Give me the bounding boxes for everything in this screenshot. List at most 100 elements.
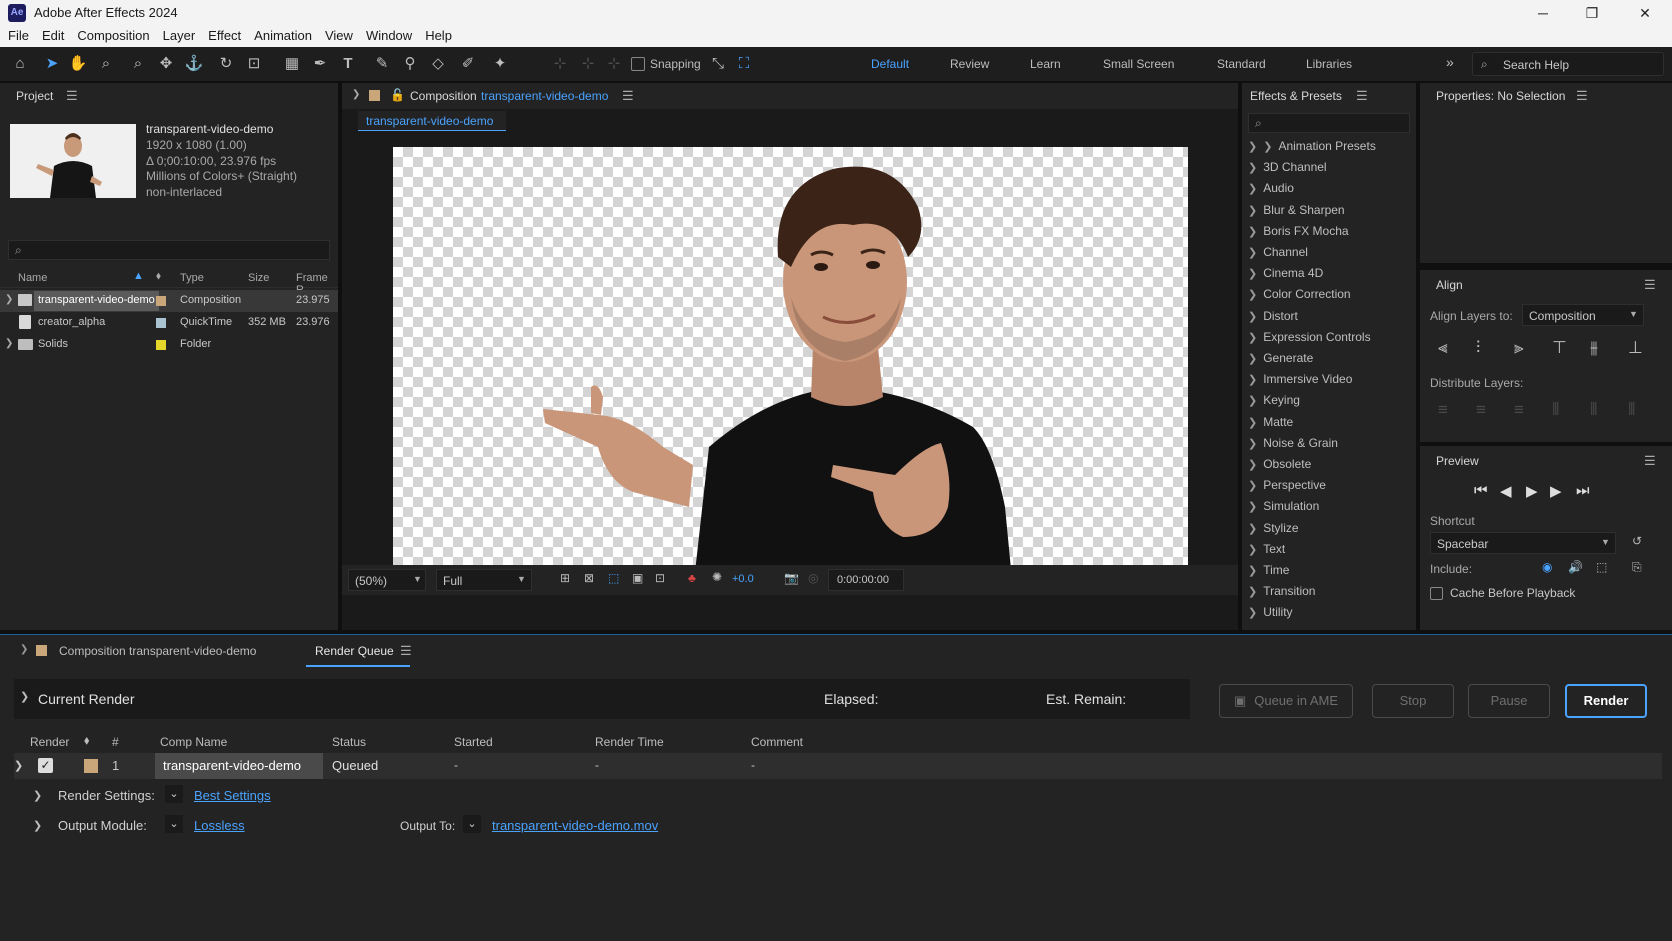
expand-chevron-icon[interactable]: ❯ <box>1248 183 1257 195</box>
mask-visibility-icon[interactable]: ⬚ <box>608 571 619 585</box>
pan-tool-icon[interactable]: ✥ <box>156 54 176 74</box>
next-frame-icon[interactable]: ▶ <box>1550 482 1562 500</box>
expand-chevron-icon[interactable]: ❯ <box>20 644 28 655</box>
effects-category-obsolete[interactable]: ❯ Obsolete <box>1248 457 1311 471</box>
distribute-bottom-icon[interactable]: ≡ <box>1514 400 1524 420</box>
expand-chevron-icon[interactable]: ❯ <box>1248 480 1257 492</box>
output-to-value[interactable]: transparent-video-demo.mov <box>492 818 658 833</box>
render-item-comp-name[interactable]: transparent-video-demo <box>155 753 323 779</box>
include-video-icon[interactable]: ◉ <box>1542 560 1552 574</box>
snap-features-icon[interactable]: ⛶ <box>734 54 754 74</box>
show-snapshot-icon[interactable]: ◎ <box>808 571 818 585</box>
render-item-comment[interactable]: - <box>751 758 755 772</box>
orbit-tool-icon[interactable]: ⌕ <box>128 54 148 74</box>
composition-menu-icon[interactable]: ☰ <box>622 88 634 104</box>
brush-tool-icon[interactable]: ✎ <box>372 54 392 74</box>
render-settings-value[interactable]: Best Settings <box>194 788 271 803</box>
tab-render-queue[interactable]: Render Queue ☰ <box>306 635 412 667</box>
workspace-learn[interactable]: Learn <box>1030 57 1061 71</box>
menu-composition[interactable]: Composition <box>77 25 149 43</box>
lock-icon[interactable]: 🔓 <box>390 88 405 102</box>
expand-chevron-icon[interactable]: ❯ <box>1248 586 1257 598</box>
expand-chevron-icon[interactable]: ❯ <box>1248 544 1257 556</box>
menu-effect[interactable]: Effect <box>208 25 241 43</box>
pan-behind-tool-icon[interactable]: ⊡ <box>244 54 264 74</box>
composition-canvas[interactable] <box>393 147 1188 590</box>
expand-chevron-icon[interactable]: ❯ <box>1248 395 1257 407</box>
workspace-default[interactable]: Default <box>871 57 909 71</box>
pen-tool-icon[interactable]: ✒ <box>310 54 330 74</box>
workspace-small-screen[interactable]: Small Screen <box>1103 57 1174 71</box>
align-panel-title[interactable]: Align <box>1436 278 1463 292</box>
expand-chevron-icon[interactable]: ❯ <box>1248 205 1257 217</box>
view-axis-icon[interactable]: ⊹ <box>604 54 624 74</box>
close-button[interactable]: ✕ <box>1622 2 1668 24</box>
effects-category-perspective[interactable]: ❯ Perspective <box>1248 478 1326 492</box>
project-row[interactable]: ❯ Solids Folder <box>0 334 338 356</box>
label-color-swatch[interactable] <box>84 759 98 773</box>
effects-category-simulation[interactable]: ❯ Simulation <box>1248 499 1319 513</box>
expand-chevron-icon[interactable]: ❯ <box>1248 523 1257 535</box>
play-icon[interactable]: ▶ <box>1526 482 1538 500</box>
expand-chevron-icon[interactable]: ❯ <box>1248 417 1257 429</box>
previous-frame-icon[interactable]: ◀ <box>1500 482 1512 500</box>
label-color-swatch[interactable] <box>156 296 166 306</box>
expand-chevron-icon[interactable]: ❯ <box>1248 289 1257 301</box>
effects-category-distort[interactable]: ❯ Distort <box>1248 309 1298 323</box>
expand-chevron-icon[interactable]: ❯ <box>1248 226 1257 238</box>
col-comment[interactable]: Comment <box>751 735 803 749</box>
col-number[interactable]: # <box>112 735 119 749</box>
expand-chevron-icon[interactable]: ❯ <box>352 89 360 100</box>
menu-layer[interactable]: Layer <box>163 25 196 43</box>
col-name[interactable]: Name <box>18 272 47 284</box>
effects-search-input[interactable]: ⌕ <box>1248 113 1410 133</box>
home-icon[interactable]: ⌂ <box>10 54 30 74</box>
align-top-icon[interactable]: ⊤ <box>1552 338 1567 358</box>
expand-chevron-icon[interactable]: ❯ <box>1248 311 1257 323</box>
properties-menu-icon[interactable]: ☰ <box>1576 88 1588 104</box>
effects-category-time[interactable]: ❯ Time <box>1248 563 1289 577</box>
effects-category-animation-presets[interactable]: ❯ ❯ Animation Presets <box>1248 139 1376 153</box>
properties-panel-title[interactable]: Properties: No Selection <box>1436 89 1565 103</box>
effects-category-text[interactable]: ❯ Text <box>1248 542 1285 556</box>
effects-category-matte[interactable]: ❯ Matte <box>1248 415 1293 429</box>
output-module-value[interactable]: Lossless <box>194 818 245 833</box>
col-type[interactable]: Type <box>180 272 204 284</box>
exposure-reset-icon[interactable]: ✺ <box>712 570 722 584</box>
color-channels-icon[interactable]: ♣ <box>688 571 696 585</box>
render-button[interactable]: Render <box>1565 684 1647 718</box>
roto-brush-tool-icon[interactable]: ✐ <box>458 54 478 74</box>
resolution-dropdown[interactable]: Full ▼ <box>436 569 532 591</box>
include-layer-controls-icon[interactable]: ⎘ <box>1632 560 1642 575</box>
expand-chevron-icon[interactable]: ❯ <box>1248 162 1257 174</box>
workspace-libraries[interactable]: Libraries <box>1306 57 1352 71</box>
effects-category-immersive-video[interactable]: ❯ Immersive Video <box>1248 372 1352 386</box>
expand-chevron-icon[interactable]: ❯ <box>20 690 29 703</box>
project-row[interactable]: creator_alpha QuickTime 352 MB 23.976 <box>0 312 338 334</box>
render-queue-item[interactable]: ❯ ✓ 1 transparent-video-demo Queued - - … <box>14 753 1662 779</box>
label-tag-icon[interactable]: ⬧ <box>156 270 161 283</box>
distribute-vertical-center-icon[interactable]: ≡ <box>1476 400 1486 420</box>
menu-view[interactable]: View <box>325 25 353 43</box>
effects-category-utility[interactable]: ❯ Utility <box>1248 605 1293 619</box>
effects-category-noise-grain[interactable]: ❯ Noise & Grain <box>1248 436 1338 450</box>
first-frame-icon[interactable]: ⏮ <box>1474 482 1488 499</box>
expand-chevron-icon[interactable]: ❯ <box>1248 374 1257 386</box>
composition-viewer-tab[interactable]: transparent-video-demo <box>358 111 506 131</box>
effects-category-3d-channel[interactable]: ❯ 3D Channel <box>1248 160 1327 174</box>
workspace-standard[interactable]: Standard <box>1217 57 1266 71</box>
magnification-dropdown[interactable]: (50%) ▼ <box>348 569 426 591</box>
transparency-grid-icon[interactable]: ⊠ <box>584 571 594 585</box>
expand-chevron-icon[interactable]: ❯ <box>1248 353 1257 365</box>
align-left-icon[interactable]: ⫷ <box>1438 338 1448 358</box>
label-color-swatch[interactable] <box>156 318 166 328</box>
reset-icon[interactable]: ↺ <box>1632 534 1642 548</box>
maximize-button[interactable]: ❐ <box>1569 2 1615 24</box>
composition-name[interactable]: transparent-video-demo <box>481 89 608 103</box>
label-tag-icon[interactable]: ⬧ <box>84 733 89 748</box>
expand-chevron-icon[interactable]: ❯ <box>5 294 13 305</box>
col-comp-name[interactable]: Comp Name <box>160 735 227 749</box>
menu-help[interactable]: Help <box>425 25 452 43</box>
expand-chevron-icon[interactable]: ❯ <box>1248 459 1257 471</box>
align-right-icon[interactable]: ⫸ <box>1514 338 1524 358</box>
